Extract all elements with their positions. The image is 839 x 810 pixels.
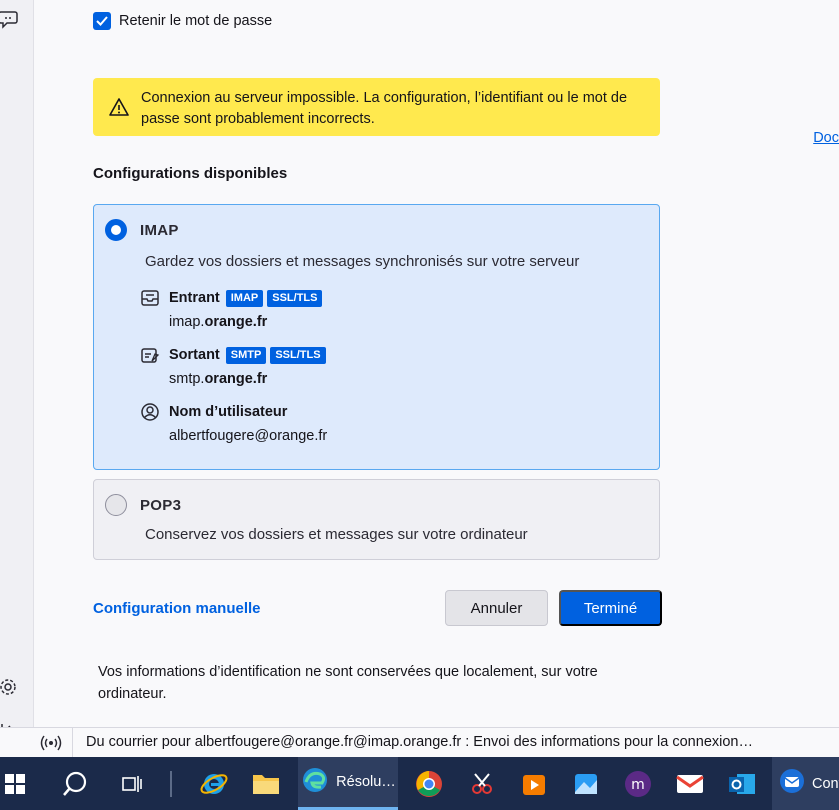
credentials-info-text: Vos informations d’identification ne son… [98, 664, 598, 702]
done-button[interactable]: Terminé [559, 590, 662, 626]
remember-password-option[interactable]: Retenir le mot de passe [93, 12, 272, 30]
left-rail [0, 0, 34, 736]
windows-taskbar: Résolu… m Cont [0, 757, 839, 810]
account-setup-panel: Retenir le mot de passe Connexion au ser… [34, 0, 839, 727]
outgoing-server-row: Sortant SMTP SSL/TLS [140, 345, 330, 365]
outbox-icon [140, 345, 160, 365]
chat-icon[interactable] [0, 8, 20, 30]
musescore-icon[interactable]: m [617, 757, 659, 810]
photos-icon[interactable] [565, 757, 607, 810]
chrome-icon[interactable] [408, 757, 450, 810]
pop3-description: Conservez vos dossiers et messages sur v… [145, 526, 528, 543]
imap-description: Gardez vos dossiers et messages synchron… [145, 253, 580, 270]
thunderbird-taskbar-item[interactable]: Cont [772, 757, 839, 810]
inbox-icon [140, 288, 160, 308]
task-view-icon[interactable] [112, 757, 152, 810]
imap-title: IMAP [140, 222, 179, 239]
status-divider [72, 728, 73, 758]
outgoing-label: Sortant [169, 347, 220, 363]
status-bar: Du courrier pour albertfougere@orange.fr… [0, 727, 839, 758]
username-value: albertfougere@orange.fr [169, 428, 328, 444]
search-icon[interactable] [55, 757, 95, 810]
warning-icon [109, 98, 129, 123]
manual-config-link[interactable]: Configuration manuelle [93, 600, 261, 617]
incoming-label: Entrant [169, 290, 220, 306]
outgoing-host: smtp.orange.fr [169, 371, 268, 387]
username-label: Nom d’utilisateur [169, 404, 288, 420]
gmail-icon[interactable] [669, 757, 711, 810]
media-player-icon[interactable] [513, 757, 555, 810]
edge-browser-icon [300, 765, 330, 800]
cancel-button[interactable]: Annuler [445, 590, 548, 626]
incoming-host: imap.orange.fr [169, 314, 268, 330]
thunderbird-icon [778, 767, 806, 800]
imap-config-option[interactable]: IMAP Gardez vos dossiers et messages syn… [93, 204, 660, 470]
warning-message: Connexion au serveur impossible. La conf… [141, 90, 628, 127]
username-row: Nom d’utilisateur [140, 402, 293, 422]
user-icon [140, 402, 160, 422]
online-status-icon[interactable] [40, 733, 62, 757]
status-text: Du courrier pour albertfougere@orange.fr… [86, 734, 753, 750]
pop3-title: POP3 [140, 497, 182, 514]
checkmark-icon [96, 16, 108, 26]
settings-gear-icon[interactable] [0, 676, 20, 698]
file-explorer-icon[interactable] [245, 757, 287, 810]
internet-explorer-icon[interactable] [193, 757, 235, 810]
windows-start-icon[interactable] [0, 757, 30, 810]
pop3-radio[interactable] [105, 494, 127, 516]
remember-password-label: Retenir le mot de passe [119, 13, 273, 29]
incoming-server-row: Entrant IMAP SSL/TLS [140, 288, 326, 308]
remember-password-checkbox[interactable] [93, 12, 111, 30]
imap-radio[interactable] [105, 219, 127, 241]
outgoing-security-badge: SSL/TLS [270, 346, 326, 364]
svg-text:m: m [631, 777, 645, 793]
taskbar-separator [170, 757, 172, 810]
thunderbird-window-label: Cont [812, 775, 839, 792]
outgoing-protocol-badge: SMTP [225, 346, 267, 364]
documentation-link[interactable]: Doc [813, 130, 839, 146]
outlook-icon[interactable] [721, 757, 763, 810]
available-configs-title: Configurations disponibles [93, 165, 288, 182]
incoming-security-badge: SSL/TLS [267, 289, 323, 307]
pop3-config-option[interactable]: POP3 Conservez vos dossiers et messages … [93, 479, 660, 560]
incoming-protocol-badge: IMAP [225, 289, 264, 307]
connection-error-notification: Connexion au serveur impossible. La conf… [93, 78, 660, 136]
edge-taskbar-item[interactable]: Résolu… [298, 757, 398, 810]
edge-window-label: Résolu… [336, 774, 396, 790]
snipping-tool-icon[interactable] [461, 757, 503, 810]
